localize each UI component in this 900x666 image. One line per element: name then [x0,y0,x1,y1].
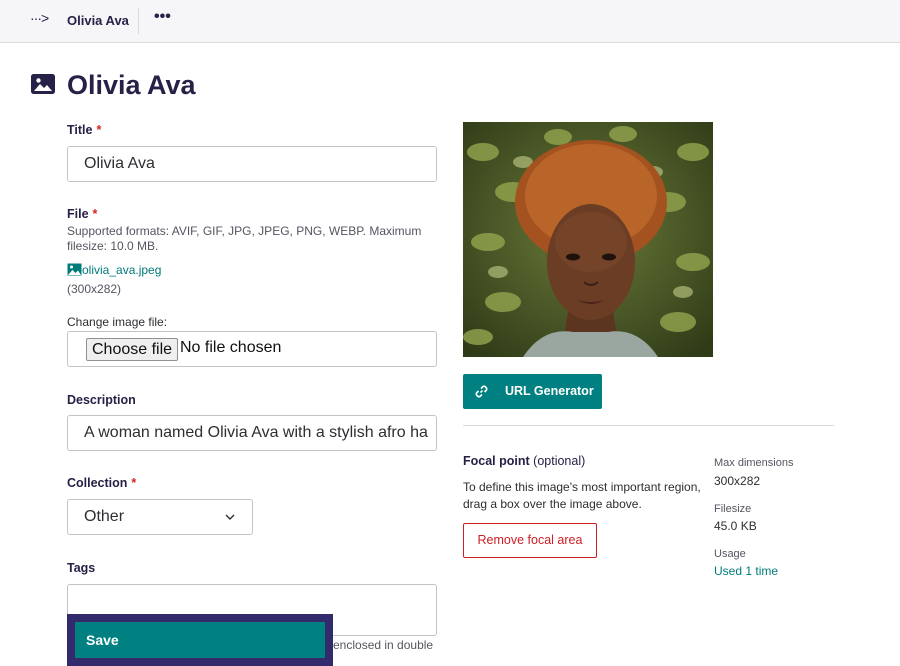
change-file-label: Change image file: [67,315,168,329]
title-label: Title * [67,123,101,137]
tags-label: Tags [67,561,96,575]
image-preview[interactable] [463,122,713,357]
save-bar: Save [67,614,333,666]
focal-point-optional: (optional) [533,454,586,468]
more-actions-icon[interactable]: ••• [154,8,171,26]
title-input[interactable]: Olivia Ava [67,146,437,182]
title-label-text: Title [67,123,93,137]
chevron-down-icon [225,514,235,520]
remove-focal-area-button[interactable]: Remove focal area [463,523,597,558]
file-dimensions: (300x282) [67,282,122,296]
divider [463,425,834,426]
description-input[interactable]: A woman named Olivia Ava with a stylish … [67,415,437,451]
tags-help-text: enclosed in double [333,638,434,652]
focal-point-title: Focal point [463,454,530,468]
required-mark: * [131,476,137,490]
collection-label: Collection * [67,476,136,490]
usage-label: Usage [714,548,746,560]
focal-point-heading: Focal point (optional) [463,454,585,468]
file-link[interactable]: olivia_ava.jpeg [67,263,161,277]
url-generator-label: URL Generator [505,384,594,398]
save-button[interactable]: Save [75,622,325,658]
collection-select[interactable]: Other [67,499,253,535]
choose-file-button[interactable]: Choose file [86,338,179,361]
file-help-text: Supported formats: AVIF, GIF, JPG, JPEG,… [67,224,422,253]
file-label-text: File [67,207,89,221]
focal-point-description: To define this image's most important re… [463,480,701,511]
divider [138,8,139,34]
collection-label-text: Collection [67,476,128,490]
collection-value: Other [84,508,125,525]
filesize-label: Filesize [714,503,752,515]
image-icon [31,74,55,94]
max-dimensions-value: 300x282 [714,474,761,488]
link-icon [475,385,488,398]
page-title: Olivia Ava [67,70,196,100]
description-label: Description [67,393,136,407]
usage-link[interactable]: Used 1 time [714,564,778,578]
back-arrow-icon[interactable]: ···> [30,10,49,26]
no-file-text: No file chosen [180,339,282,356]
filesize-value: 45.0 KB [714,519,757,533]
image-file-icon [67,263,82,276]
breadcrumb[interactable]: Olivia Ava [67,13,129,28]
file-picker[interactable]: Choose file No file chosen [67,331,437,367]
required-mark: * [92,207,98,221]
max-dimensions-label: Max dimensions [714,457,794,469]
url-generator-button[interactable]: URL Generator [463,374,602,409]
required-mark: * [96,123,102,137]
file-label: File * [67,207,97,221]
top-bar: ···> Olivia Ava ••• [0,0,900,43]
file-name[interactable]: olivia_ava.jpeg [82,263,161,277]
